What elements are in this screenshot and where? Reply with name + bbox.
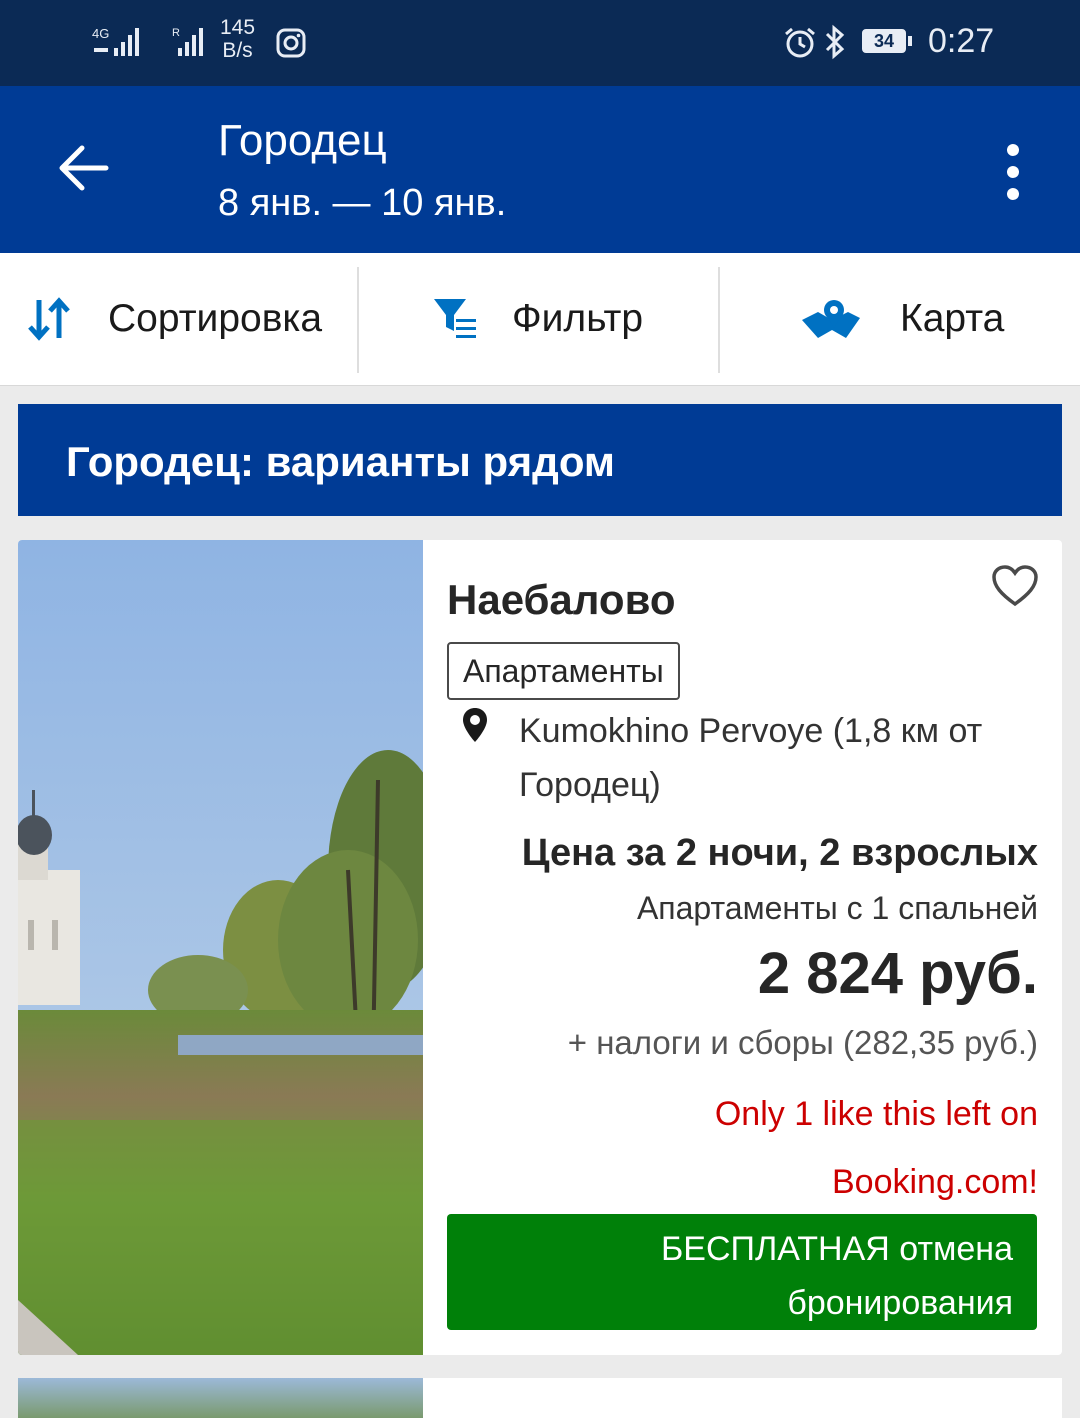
- section-title: Городец: варианты рядом: [66, 438, 615, 485]
- back-arrow-icon[interactable]: [54, 138, 114, 198]
- nearby-section-header: Городец: варианты рядом: [18, 404, 1062, 516]
- cancel-line-1: БЕСПЛАТНАЯ отмена: [660, 1230, 1013, 1268]
- map-icon: [800, 298, 862, 340]
- property-photo[interactable]: [18, 1378, 423, 1418]
- heart-icon[interactable]: [991, 564, 1039, 608]
- map-label: Карта: [900, 297, 1005, 340]
- battery-icon: 34: [862, 29, 906, 53]
- property-card[interactable]: [18, 1378, 1062, 1418]
- price-label: Цена за 2 ночи, 2 взрослых: [521, 832, 1038, 874]
- property-name[interactable]: Наебалово: [447, 576, 676, 624]
- price: 2 824 руб.: [757, 941, 1038, 1006]
- sort-filter-map-toolbar: Сортировка Фильтр Карта: [0, 253, 1080, 386]
- property-info: Наебалово Апартаменты Kumokhino Pervoye …: [423, 540, 1062, 1355]
- divider: [718, 267, 720, 373]
- cancel-line-2: бронирования: [787, 1284, 1013, 1322]
- sort-button[interactable]: Сортировка: [28, 253, 322, 385]
- status-bar: 4G R 145 B/s 34 0:27: [0, 0, 1080, 86]
- page-title: Городец: [218, 116, 387, 165]
- signal-icon: 4G: [92, 24, 144, 63]
- clock: 0:27: [928, 22, 995, 60]
- filter-button[interactable]: Фильтр: [432, 253, 643, 385]
- signal-icon: R: [172, 24, 208, 63]
- divider: [357, 267, 359, 373]
- bluetooth-icon: [823, 24, 847, 65]
- app-bar: Городец 8 янв. — 10 янв.: [0, 86, 1080, 253]
- scarcity-message: Only 1 like this left on Booking.com!: [714, 1095, 1038, 1201]
- property-type-badge: Апартаменты: [447, 642, 680, 700]
- battery-tip: [908, 36, 912, 46]
- sort-label: Сортировка: [108, 297, 323, 340]
- alarm-icon: [783, 26, 817, 65]
- map-button[interactable]: Карта: [800, 253, 1004, 385]
- filter-icon: [432, 297, 478, 341]
- taxes-and-fees: + налоги и сборы (282,35 руб.): [567, 1024, 1038, 1061]
- room-type: Апартаменты с 1 спальней: [636, 890, 1038, 926]
- free-cancellation-badge: БЕСПЛАТНАЯ отмена бронирования: [447, 1214, 1037, 1330]
- sort-icon: [28, 296, 70, 342]
- svg-text:R: R: [172, 27, 180, 39]
- more-vert-icon[interactable]: [998, 142, 1028, 202]
- network-speed: 145 B/s: [220, 16, 256, 62]
- date-range[interactable]: 8 янв. — 10 янв.: [218, 182, 506, 225]
- location-pin-icon: [461, 706, 489, 744]
- instagram-icon: [276, 28, 306, 63]
- property-location[interactable]: Kumokhino Pervoye (1,8 км от Городец): [519, 704, 1039, 812]
- property-photo[interactable]: [18, 540, 448, 1355]
- property-card[interactable]: Наебалово Апартаменты Kumokhino Pervoye …: [18, 540, 1062, 1355]
- svg-text:4G: 4G: [92, 26, 109, 41]
- filter-label: Фильтр: [512, 297, 644, 340]
